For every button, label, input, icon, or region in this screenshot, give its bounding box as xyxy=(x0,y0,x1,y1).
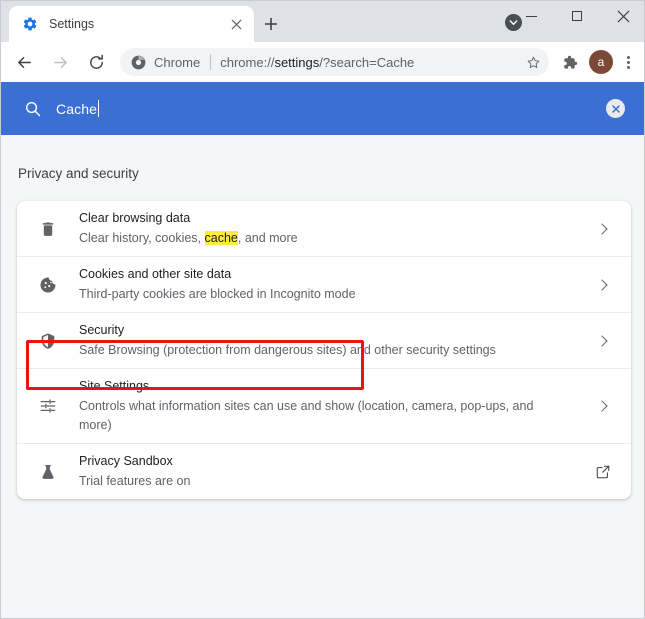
chrome-menu-icon[interactable] xyxy=(617,49,639,75)
address-bar[interactable]: Chrome chrome://settings/?search=Cache xyxy=(120,48,549,76)
tune-sliders-icon xyxy=(17,397,79,415)
chevron-right-icon[interactable] xyxy=(575,222,631,235)
row-text: Security Safe Browsing (protection from … xyxy=(79,321,575,360)
omnibox-site-label: Chrome xyxy=(154,54,201,70)
tab-title: Settings xyxy=(49,17,95,31)
settings-row-cookies-and-other-site-data[interactable]: Cookies and other site data Third-party … xyxy=(17,256,631,312)
tab-strip: Settings xyxy=(1,1,644,42)
row-text: Site Settings Controls what information … xyxy=(79,377,575,435)
browser-toolbar: Chrome chrome://settings/?search=Cache a xyxy=(1,42,644,82)
row-subtitle: Safe Browsing (protection from dangerous… xyxy=(79,343,496,357)
row-title: Privacy Sandbox xyxy=(79,454,173,468)
text-cursor xyxy=(97,100,99,117)
forward-icon[interactable] xyxy=(46,48,74,76)
page-title: Privacy and security xyxy=(18,166,139,181)
url-prefix: chrome:// xyxy=(220,54,275,70)
row-text: Cookies and other site data Third-party … xyxy=(79,265,575,304)
settings-search-bar: Cache xyxy=(1,82,644,135)
settings-gear-icon xyxy=(22,16,38,32)
chrome-browser-window: Settings Chrome chrome://settings/?searc… xyxy=(0,0,645,619)
settings-row-privacy-sandbox[interactable]: Privacy Sandbox Trial features are on xyxy=(17,443,631,499)
window-controls xyxy=(508,1,644,31)
clear-search-icon[interactable] xyxy=(606,99,625,118)
extensions-puzzle-icon[interactable] xyxy=(555,48,583,76)
row-text: Clear browsing data Clear history, cooki… xyxy=(79,209,575,248)
url-host: settings xyxy=(274,54,320,70)
search-match-highlight: cache xyxy=(204,231,238,245)
privacy-and-security-card: Clear browsing data Clear history, cooki… xyxy=(17,201,631,499)
window-minimize-button[interactable] xyxy=(508,1,554,31)
chevron-right-icon[interactable] xyxy=(575,278,631,291)
subtitle-after: , and more xyxy=(237,231,298,245)
external-link-icon[interactable] xyxy=(575,464,631,480)
chevron-right-icon[interactable] xyxy=(575,400,631,412)
row-text: Privacy Sandbox Trial features are on xyxy=(79,452,575,491)
avatar[interactable]: a xyxy=(589,50,613,74)
settings-row-security[interactable]: Security Safe Browsing (protection from … xyxy=(17,312,631,368)
row-title: Cookies and other site data xyxy=(79,267,232,281)
row-subtitle: Trial features are on xyxy=(79,474,191,488)
window-maximize-button[interactable] xyxy=(554,1,600,31)
close-icon[interactable] xyxy=(228,16,245,33)
omnibox-divider xyxy=(210,54,212,70)
row-subtitle: Clear history, cookies, cache, and more xyxy=(79,229,559,248)
row-subtitle: Controls what information sites can use … xyxy=(79,399,534,432)
row-title: Clear browsing data xyxy=(79,211,191,225)
cookie-icon xyxy=(17,276,79,294)
browser-tab-settings[interactable]: Settings xyxy=(9,6,254,42)
subtitle-before: Clear history, cookies, xyxy=(79,231,205,245)
flask-icon xyxy=(17,463,79,481)
search-input-value: Cache xyxy=(56,100,97,117)
row-title: Site Settings xyxy=(79,379,150,393)
trash-icon xyxy=(17,220,79,238)
settings-row-site-settings[interactable]: Site Settings Controls what information … xyxy=(17,368,631,443)
window-close-button[interactable] xyxy=(600,1,644,31)
settings-content: Privacy and security Clear browsing data… xyxy=(1,135,644,618)
chrome-logo-icon xyxy=(131,55,146,70)
reload-icon[interactable] xyxy=(82,48,110,76)
shield-icon xyxy=(17,332,79,350)
bookmark-star-icon[interactable] xyxy=(521,50,545,74)
url-suffix: /?search=Cache xyxy=(319,54,415,70)
chevron-right-icon[interactable] xyxy=(575,334,631,347)
new-tab-button[interactable] xyxy=(259,12,283,36)
row-subtitle: Third-party cookies are blocked in Incog… xyxy=(79,287,356,301)
search-icon xyxy=(22,98,44,120)
omnibox-url: chrome://settings/?search=Cache xyxy=(220,55,414,70)
back-icon[interactable] xyxy=(10,48,38,76)
settings-row-clear-browsing-data[interactable]: Clear browsing data Clear history, cooki… xyxy=(17,201,631,256)
search-input[interactable]: Cache xyxy=(56,97,99,121)
row-title: Security xyxy=(79,323,125,337)
